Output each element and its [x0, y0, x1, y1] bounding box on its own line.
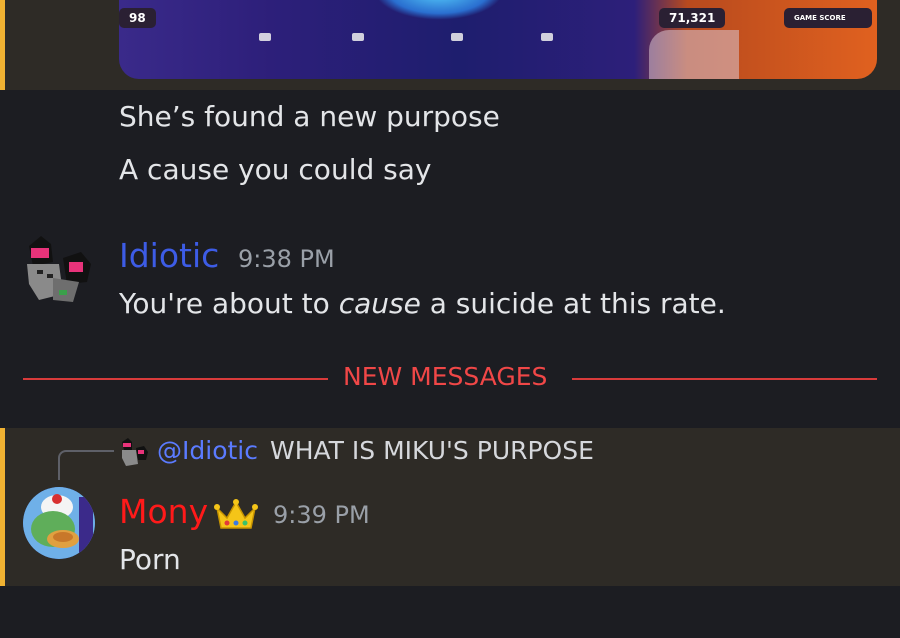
mention-accent-bar: [0, 428, 5, 586]
timestamp: 9:38 PM: [238, 245, 335, 273]
reply-preview-text[interactable]: WHAT IS MIKU'S PURPOSE: [270, 436, 594, 465]
attachment-marker: [541, 33, 553, 41]
new-messages-divider-left: [23, 378, 328, 380]
message-content: Porn: [119, 543, 181, 576]
avatar-mony-icon: [23, 487, 95, 559]
reply-avatar-icon: [120, 438, 150, 466]
username-idiotic[interactable]: Idiotic: [119, 236, 219, 275]
message-text: You're about to: [119, 287, 339, 320]
attachment-score-label: GAME SCORE: [784, 8, 872, 28]
crown-icon: [213, 498, 259, 532]
attachment-marker: [352, 33, 364, 41]
attachment-character: [649, 30, 739, 79]
avatar-idiotic-icon: [27, 236, 91, 302]
avatar-idiotic[interactable]: [23, 234, 95, 306]
message-line: She’s found a new purpose: [119, 100, 500, 133]
username-mony[interactable]: Mony: [119, 492, 208, 531]
attachment-marker: [259, 33, 271, 41]
new-messages-label: NEW MESSAGES: [343, 362, 548, 391]
attachment-marker: [451, 33, 463, 41]
attachment-left-badge: 98: [119, 8, 156, 28]
message-emphasis: cause: [338, 287, 421, 320]
avatar-mony[interactable]: [23, 487, 95, 559]
image-attachment[interactable]: 98 71,321 GAME SCORE: [119, 0, 877, 79]
message-line: A cause you could say: [119, 153, 432, 186]
attachment-score-value: 71,321: [659, 8, 726, 28]
message-content: You're about to cause a suicide at this …: [119, 287, 726, 320]
reply-mention[interactable]: @Idiotic: [157, 436, 258, 465]
mention-accent-bar: [0, 0, 5, 90]
new-messages-divider-right: [572, 378, 877, 380]
timestamp: 9:39 PM: [273, 501, 370, 529]
message-text: a suicide at this rate.: [420, 287, 726, 320]
attachment-glow: [374, 0, 504, 20]
highlighted-message-top: 98 71,321 GAME SCORE: [0, 0, 900, 90]
reply-spine: [58, 450, 114, 480]
